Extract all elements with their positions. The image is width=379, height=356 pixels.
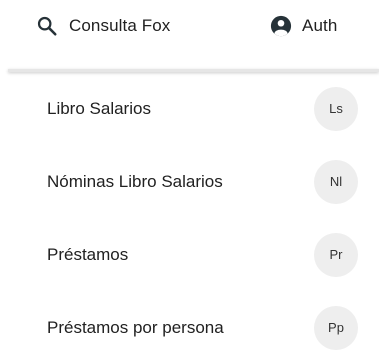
menu-item-avatar: Ls — [314, 86, 358, 131]
menu-item-label: Libro Salarios — [47, 98, 151, 118]
app-root: Consulta Fox Auth Libro Salarios Ls Nómi… — [0, 0, 379, 356]
menu-item-prestamos-por-persona[interactable]: Préstamos por persona Pp — [0, 291, 379, 356]
menu-list: Libro Salarios Ls Nóminas Libro Salarios… — [0, 72, 379, 356]
menu-item-nominas-libro-salarios[interactable]: Nóminas Libro Salarios Nl — [0, 145, 379, 218]
account-circle-icon — [270, 15, 292, 37]
menu-item-avatar: Pr — [314, 232, 358, 277]
menu-item-avatar: Nl — [314, 159, 358, 204]
menu-item-label: Préstamos por persona — [47, 317, 224, 337]
consulta-fox-link[interactable]: Consulta Fox — [36, 11, 170, 41]
menu-item-label: Préstamos — [47, 244, 129, 264]
top-toolbar: Consulta Fox Auth — [0, 0, 379, 50]
menu-item-label: Nóminas Libro Salarios — [47, 171, 223, 191]
search-icon — [36, 15, 58, 37]
menu-item-prestamos[interactable]: Préstamos Pr — [0, 218, 379, 291]
auth-label: Auth — [302, 16, 338, 35]
consulta-fox-label: Consulta Fox — [69, 16, 171, 35]
auth-link[interactable]: Auth — [270, 11, 337, 41]
menu-item-libro-salarios[interactable]: Libro Salarios Ls — [0, 72, 379, 145]
menu-item-avatar: Pp — [314, 305, 358, 350]
